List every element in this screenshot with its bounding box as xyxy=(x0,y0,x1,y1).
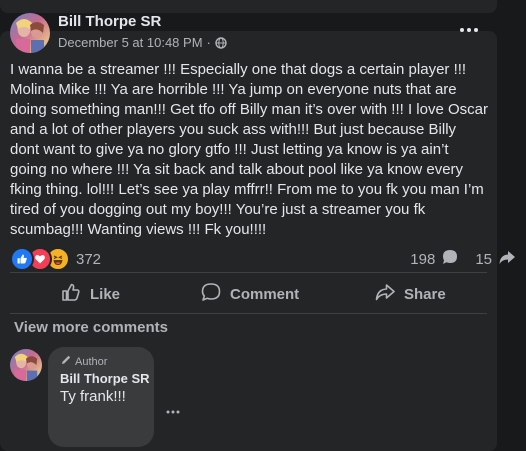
divider xyxy=(10,313,487,314)
reaction-count: 372 xyxy=(76,250,102,268)
comment-text: Ty frank!!! xyxy=(60,388,126,405)
comment-label: Comment xyxy=(230,285,300,303)
author-badge-label: Author xyxy=(75,355,108,368)
author-name[interactable]: Bill Thorpe SR xyxy=(58,13,161,30)
divider xyxy=(10,272,487,273)
like-label: Like xyxy=(90,285,121,303)
post-meta: December 5 at 10:48 PM · xyxy=(58,35,227,50)
previous-card xyxy=(0,0,497,13)
like-button[interactable]: Like xyxy=(60,279,120,309)
author-badge: Author xyxy=(60,354,107,369)
comment-options-icon[interactable] xyxy=(164,404,182,414)
meta-separator: · xyxy=(206,35,211,50)
share-count[interactable]: 15 xyxy=(475,251,492,268)
post-timestamp[interactable]: December 5 at 10:48 PM xyxy=(58,35,203,50)
author-avatar[interactable] xyxy=(10,13,50,53)
thumbs-up-icon xyxy=(60,281,82,307)
more-options-icon[interactable] xyxy=(457,22,481,38)
comment-author-name[interactable]: Bill Thorpe SR xyxy=(60,371,150,386)
commenter-avatar[interactable] xyxy=(10,349,42,381)
comment-count[interactable]: 198 xyxy=(410,251,435,268)
post-text: I wanna be a streamer !!! Especially one… xyxy=(10,61,488,238)
pencil-icon xyxy=(60,354,72,369)
share-icon xyxy=(374,281,396,307)
comment-count-icon xyxy=(441,248,459,270)
view-more-comments-link[interactable]: View more comments xyxy=(14,319,168,336)
share-label: Share xyxy=(404,285,446,303)
reaction-summary[interactable]: 372 xyxy=(10,247,101,271)
like-reaction-icon xyxy=(10,247,34,271)
engagement-counts: 198 15 xyxy=(410,248,516,270)
share-button[interactable]: Share xyxy=(374,279,446,309)
share-count-icon xyxy=(498,248,516,270)
comment-button[interactable]: Comment xyxy=(200,279,299,309)
globe-icon xyxy=(215,36,227,49)
comment-icon xyxy=(200,281,222,307)
